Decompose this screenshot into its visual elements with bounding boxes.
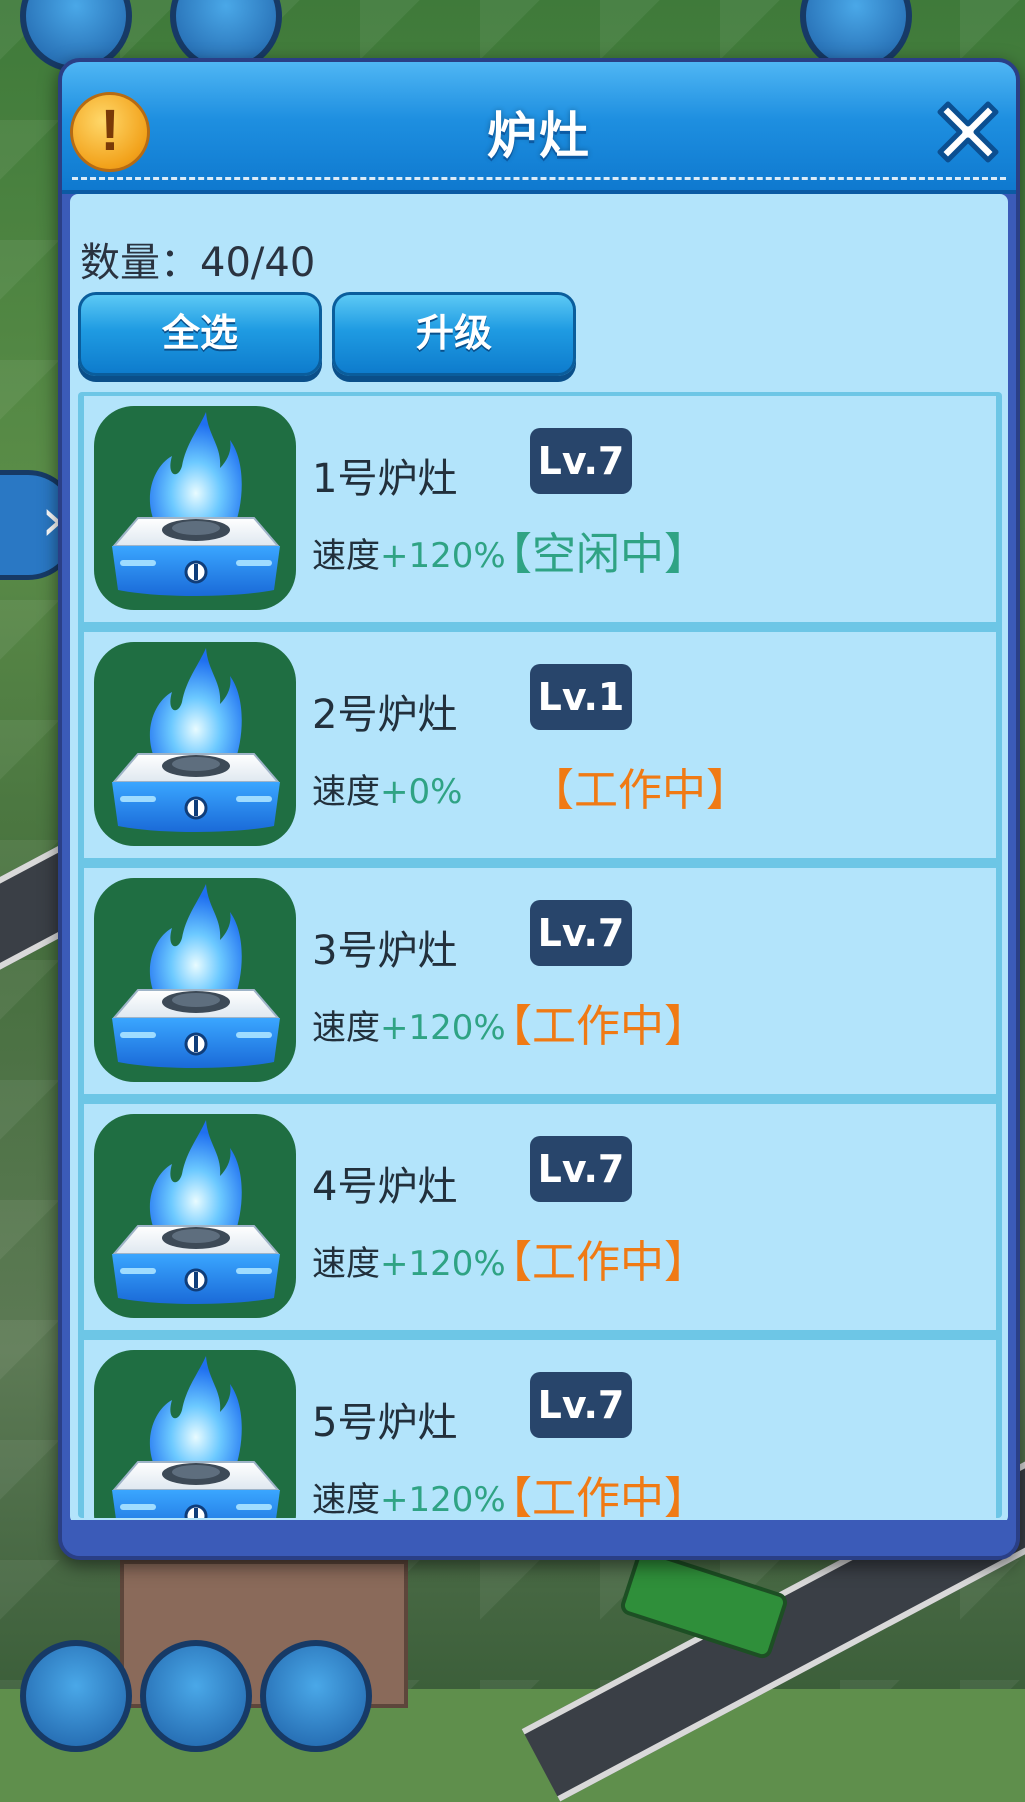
stove-name: 2号炉灶: [312, 692, 458, 738]
close-icon[interactable]: [926, 90, 1010, 174]
speed-label: 速度: [312, 1008, 380, 1048]
level-badge: Lv.7: [530, 1372, 632, 1438]
speed-label: 速度: [312, 772, 380, 812]
speed-info: 速度+120%: [312, 528, 506, 577]
speed-info: 速度+120%: [312, 1472, 506, 1518]
speed-value: +120%: [380, 1008, 506, 1048]
level-badge: Lv.7: [530, 428, 632, 494]
menu-round-button[interactable]: [260, 1640, 372, 1752]
menu-round-button[interactable]: [20, 1640, 132, 1752]
status-text: 【工作中】: [488, 1001, 708, 1052]
speed-label: 速度: [312, 536, 380, 576]
gas-stove-icon: [94, 878, 296, 1082]
speed-label: 速度: [312, 1480, 380, 1518]
status-text: 【工作中】: [488, 1473, 708, 1518]
dialog-body: 数量：40/40 全选 升级 1号炉灶 Lv.7 速度+120% 【空闲中】 2…: [70, 194, 1008, 1524]
upgrade-button[interactable]: 升级: [332, 292, 576, 376]
level-badge: Lv.7: [530, 900, 632, 966]
stove-list-item[interactable]: 5号炉灶 Lv.7 速度+120% 【工作中】: [84, 1340, 996, 1518]
speed-value: +120%: [380, 1480, 506, 1518]
stove-count: 数量：40/40: [80, 240, 316, 286]
dialog-header: ! 炉灶: [62, 62, 1016, 194]
stove-list-item[interactable]: 2号炉灶 Lv.1 速度+0% 【工作中】: [84, 632, 996, 858]
level-badge: Lv.7: [530, 1136, 632, 1202]
status-text: 【空闲中】: [488, 529, 708, 580]
stove-name: 5号炉灶: [312, 1400, 458, 1446]
speed-value: +120%: [380, 536, 506, 576]
speed-label: 速度: [312, 1244, 380, 1284]
stove-list: 1号炉灶 Lv.7 速度+120% 【空闲中】 2号炉灶 Lv.1 速度+0% …: [78, 392, 1002, 1518]
stove-list-item[interactable]: 4号炉灶 Lv.7 速度+120% 【工作中】: [84, 1104, 996, 1330]
status-text: 【工作中】: [530, 765, 750, 816]
speed-info: 速度+120%: [312, 1236, 506, 1285]
status-text: 【工作中】: [488, 1237, 708, 1288]
menu-round-button[interactable]: [140, 1640, 252, 1752]
speed-info: 速度+0%: [312, 764, 462, 813]
stove-name: 1号炉灶: [312, 456, 458, 502]
dialog-title: 炉灶: [487, 107, 591, 165]
speed-value: +120%: [380, 1244, 506, 1284]
select-all-button[interactable]: 全选: [78, 292, 322, 376]
gas-stove-icon: [94, 406, 296, 610]
stove-list-item[interactable]: 1号炉灶 Lv.7 速度+120% 【空闲中】: [84, 396, 996, 622]
stove-list-item[interactable]: 3号炉灶 Lv.7 速度+120% 【工作中】: [84, 868, 996, 1094]
stove-name: 4号炉灶: [312, 1164, 458, 1210]
stove-dialog: ! 炉灶 数量：40/40 全选 升级 1号炉灶 Lv.7 速度+120% 【空…: [58, 58, 1020, 1560]
speed-value: +0%: [380, 772, 463, 812]
level-badge: Lv.1: [530, 664, 632, 730]
stove-name: 3号炉灶: [312, 928, 458, 974]
dialog-footer: [62, 1520, 1016, 1556]
gas-stove-icon: [94, 1350, 296, 1518]
gas-stove-icon: [94, 642, 296, 846]
speed-info: 速度+120%: [312, 1000, 506, 1049]
gas-stove-icon: [94, 1114, 296, 1318]
